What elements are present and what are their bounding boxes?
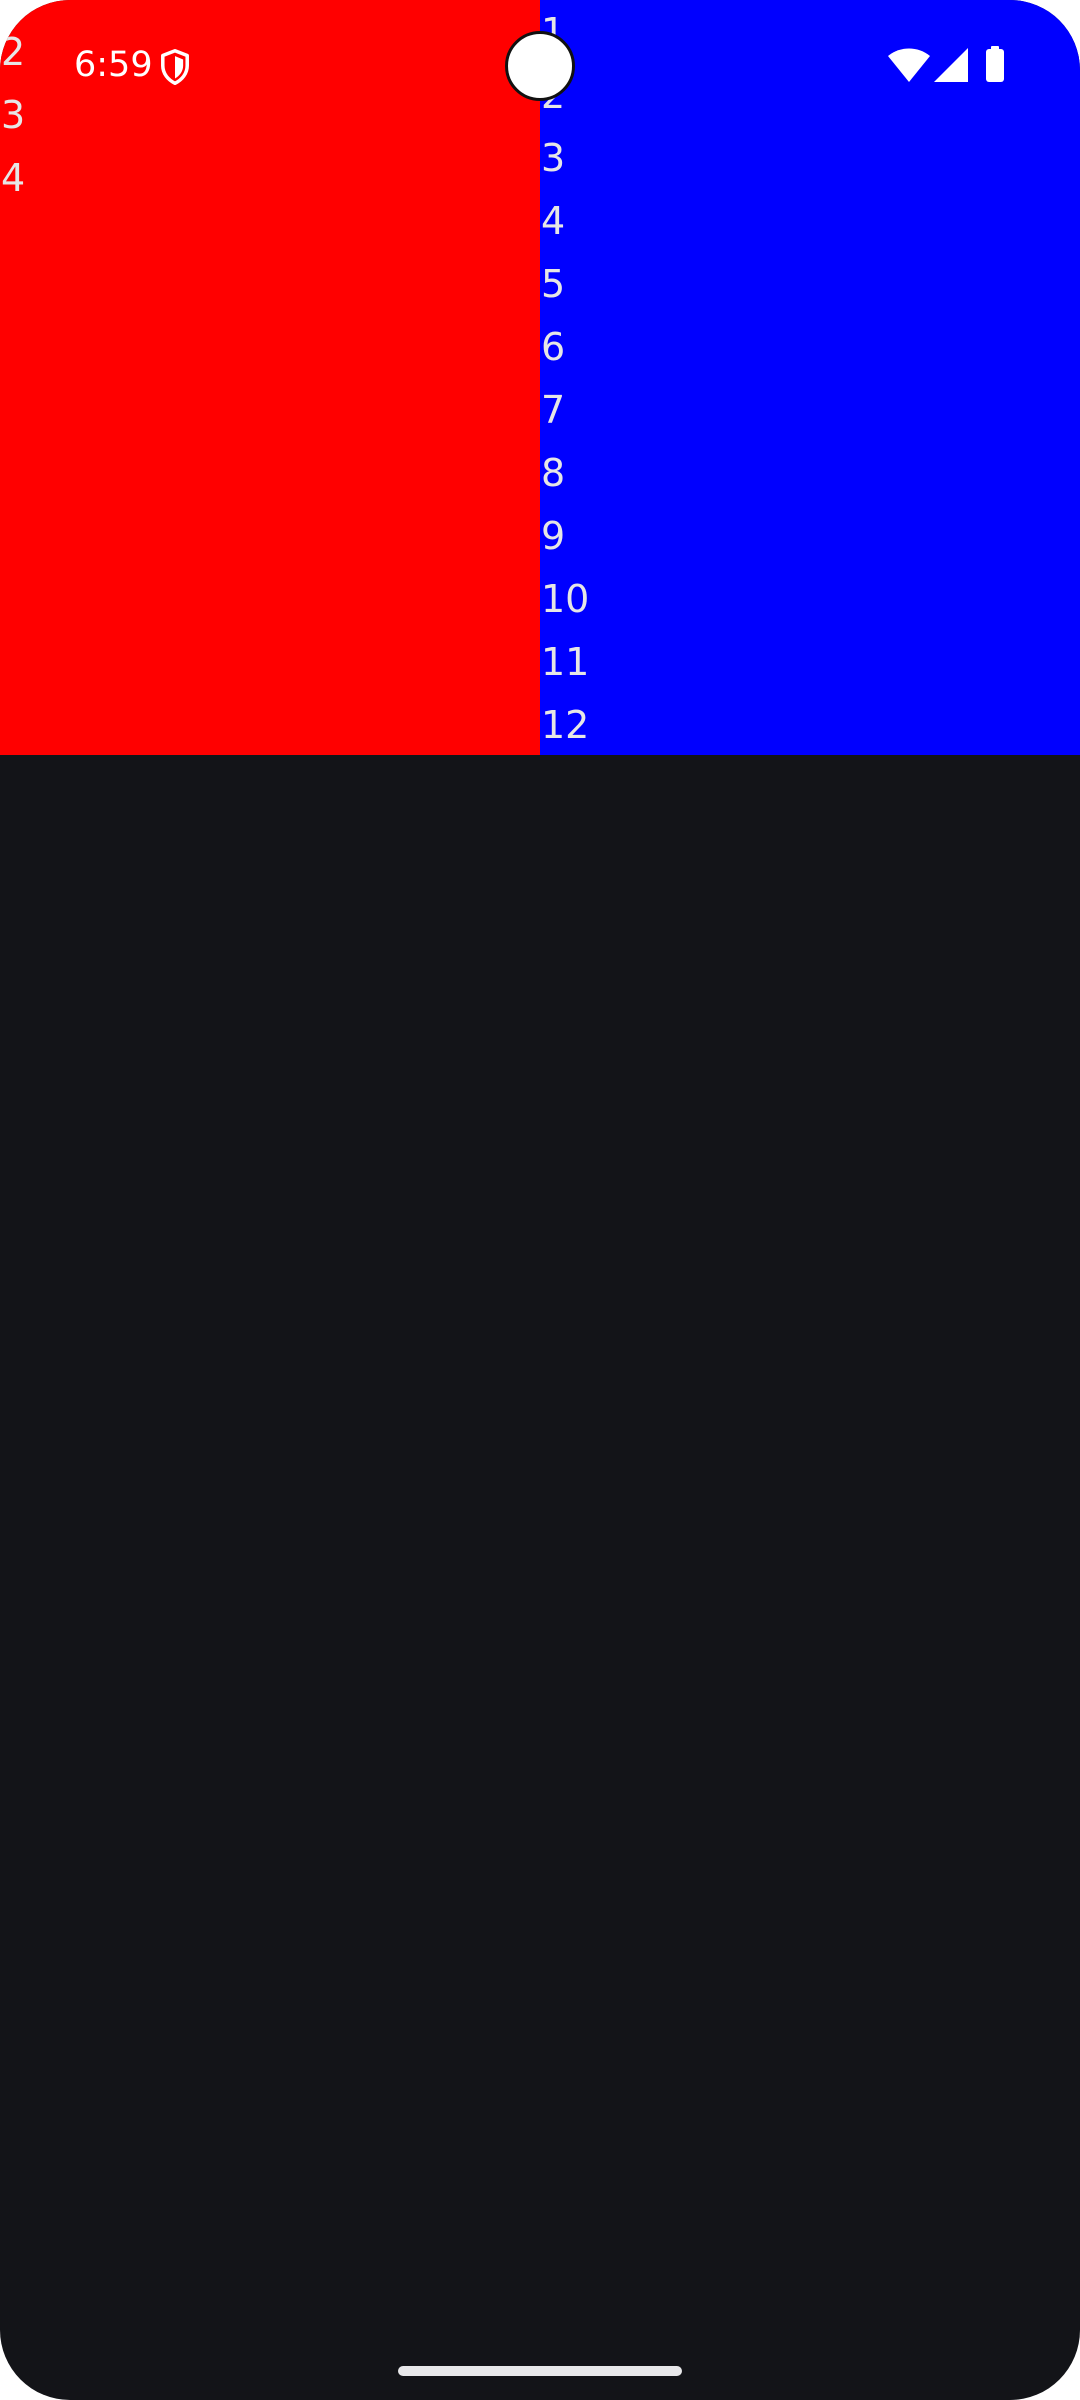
list-item: 7 [541, 388, 566, 432]
list-item: 9 [541, 514, 566, 558]
left-number-list: 1 2 3 4 [0, 0, 25, 210]
shield-icon [161, 48, 189, 86]
phone-screen: 1 2 3 4 1 2 3 4 5 6 7 8 9 10 11 12 6:59 [0, 0, 1080, 2400]
wifi-icon [888, 48, 930, 82]
list-item: 4 [541, 199, 566, 243]
left-red-pane[interactable]: 1 2 3 4 [0, 0, 540, 755]
home-indicator[interactable] [398, 2366, 682, 2376]
list-item: 1 [0, 0, 25, 21]
list-item: 11 [541, 640, 590, 684]
cellular-signal-icon [934, 48, 968, 82]
front-camera-cutout [505, 31, 575, 101]
battery-icon [986, 46, 1004, 82]
list-item: 4 [1, 156, 26, 200]
right-number-list: 1 2 3 4 5 6 7 8 9 10 11 12 [540, 1, 589, 755]
list-item: 2 [1, 30, 26, 74]
status-time: 6:59 [74, 45, 153, 85]
list-item: 8 [541, 451, 566, 495]
right-blue-pane[interactable]: 1 2 3 4 5 6 7 8 9 10 11 12 [540, 0, 1080, 755]
list-item: 3 [541, 136, 566, 180]
list-item: 12 [541, 703, 590, 747]
list-item: 5 [541, 262, 566, 306]
list-item: 6 [541, 325, 566, 369]
list-item: 10 [541, 577, 590, 621]
list-item: 3 [1, 93, 26, 137]
